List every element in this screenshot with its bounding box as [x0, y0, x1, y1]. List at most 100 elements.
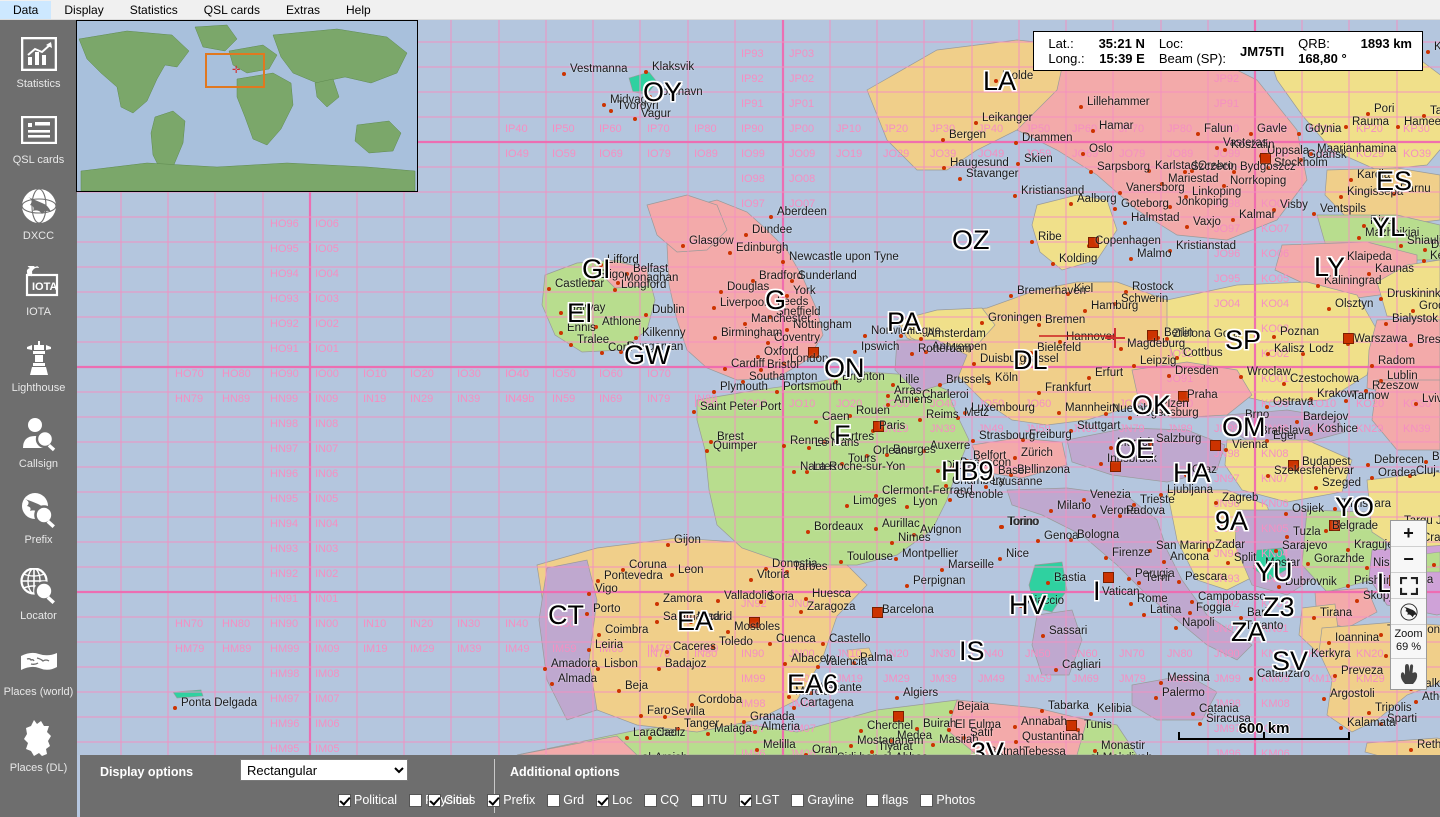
menu-bar: Data Display Statistics QSL cards Extras…: [0, 0, 1440, 20]
projection-select[interactable]: Rectangular: [240, 759, 408, 781]
world-map-icon: [19, 642, 59, 682]
checkbox-indicator[interactable]: [547, 793, 561, 807]
checkbox-indicator[interactable]: [644, 793, 658, 807]
sidebar-item-places-dl[interactable]: Places (DL): [0, 708, 77, 784]
checkbox-indicator[interactable]: [428, 793, 441, 807]
long-label: Long.:: [1048, 51, 1085, 66]
sidebar-item-label: Places (DL): [9, 761, 68, 774]
checkbox-photos[interactable]: Photos: [920, 793, 975, 807]
checkbox-label: Prefix: [503, 793, 536, 807]
menu-item-qsl-cards[interactable]: QSL cards: [191, 1, 273, 19]
sidebar-item-prefix[interactable]: Prefix: [0, 480, 77, 556]
globe-search-icon: [19, 490, 59, 530]
sidebar-item-callsign[interactable]: Callsign: [0, 404, 77, 480]
lat-label: Lat.:: [1048, 36, 1074, 51]
lighthouse-icon: [19, 338, 59, 378]
menu-item-data[interactable]: Data: [0, 0, 52, 19]
zoom-in-button[interactable]: +: [1391, 521, 1426, 547]
sidebar-item-label: Statistics: [16, 77, 61, 90]
sidebar-item-places-world[interactable]: Places (world): [0, 632, 77, 708]
svg-text:IOTA: IOTA: [32, 281, 58, 293]
checkbox-loc[interactable]: Loc: [596, 793, 632, 807]
grid-globe-search-icon: [19, 566, 59, 606]
zoom-level-readout: Zoom 69 %: [1391, 625, 1426, 659]
world-map-thumbnail: [77, 21, 417, 191]
globe-icon[interactable]: [1391, 599, 1426, 625]
sidebar-item-label: Locator: [20, 609, 57, 622]
additional-checkbox-row: Cities Prefix Grd Loc CQ ITU LGT Grayline flags P…: [428, 793, 987, 807]
checkbox-indicator[interactable]: [791, 793, 805, 807]
coordinate-info-box: Lat.: 35:21 N Loc: JM75TI QRB: 1893 km L…: [1033, 31, 1423, 71]
checkbox-prefix[interactable]: Prefix: [487, 793, 535, 807]
long-value: 15:39 E: [1099, 51, 1145, 66]
sidebar-item-statistics[interactable]: Statistics: [0, 24, 77, 100]
sidebar-item-label: Lighthouse: [11, 381, 66, 394]
sidebar-item-label: DXCC: [22, 229, 55, 242]
sidebar-item-label: IOTA: [26, 305, 51, 318]
sidebar-item-label: Callsign: [18, 457, 59, 470]
lat-value: 35:21 N: [1098, 36, 1145, 51]
qrb-label: QRB:: [1298, 36, 1330, 51]
checkbox-label: Grayline: [807, 793, 854, 807]
options-panel: Display options Rectangular Additional o…: [77, 755, 1440, 817]
menu-item-statistics[interactable]: Statistics: [117, 1, 191, 19]
sidebar-item-qsl-cards[interactable]: QSL cards: [0, 100, 77, 176]
zoom-out-button[interactable]: −: [1391, 547, 1426, 573]
checkbox-lgt[interactable]: LGT: [739, 793, 779, 807]
sidebar-item-lighthouse[interactable]: Lighthouse: [0, 328, 77, 404]
sidebar-item-label: Prefix: [24, 533, 53, 546]
checkbox-label: Loc: [612, 793, 633, 807]
island-icon: IOTA: [19, 262, 59, 302]
additional-options-label: Additional options: [510, 765, 620, 779]
checkbox-cq[interactable]: CQ: [644, 793, 679, 807]
checkbox-indicator[interactable]: [409, 793, 423, 807]
zoom-control-panel: + − Zoom 69 %: [1390, 520, 1427, 690]
checkbox-political[interactable]: Political: [338, 793, 397, 807]
checkbox-indicator[interactable]: [739, 793, 753, 807]
card-icon: [19, 110, 59, 150]
checkbox-indicator[interactable]: [596, 793, 610, 807]
sidebar: Statistics QSL cards DXCC IOTA IOTA Ligh…: [0, 20, 77, 817]
menu-item-display[interactable]: Display: [51, 1, 116, 19]
checkbox-flags[interactable]: flags: [865, 793, 909, 807]
checkbox-indicator[interactable]: [920, 793, 934, 807]
sidebar-item-label: QSL cards: [12, 153, 65, 166]
checkbox-label: CQ: [660, 793, 679, 807]
sidebar-item-locator[interactable]: Locator: [0, 556, 77, 632]
checkbox-label: Grd: [563, 793, 585, 807]
menu-item-help[interactable]: Help: [333, 1, 384, 19]
checkbox-indicator[interactable]: [487, 793, 501, 807]
zoom-label: Zoom: [1394, 628, 1423, 640]
chart-icon: [19, 34, 59, 74]
qrb-value: 1893 km: [1360, 36, 1412, 51]
checkbox-indicator[interactable]: [865, 793, 879, 807]
sidebar-item-dxcc[interactable]: DXCC: [0, 176, 77, 252]
checkbox-label: ITU: [706, 793, 728, 807]
checkbox-grayline[interactable]: Grayline: [791, 793, 854, 807]
checkbox-label: Political: [354, 793, 398, 807]
germany-icon: [19, 718, 59, 758]
sidebar-item-iota[interactable]: IOTA IOTA: [0, 252, 77, 328]
loc-value: JM75TI: [1240, 43, 1285, 59]
person-search-icon: [19, 414, 59, 454]
hand-pan-icon[interactable]: [1391, 659, 1426, 689]
inset-home-crosshair-icon: ✛: [232, 65, 241, 76]
zoom-value: 69 %: [1395, 641, 1422, 653]
checkbox-label: flags: [881, 793, 909, 807]
checkbox-cities[interactable]: Cities: [428, 793, 475, 807]
checkbox-indicator[interactable]: [690, 793, 704, 807]
checkbox-indicator[interactable]: [338, 793, 351, 807]
checkbox-grd[interactable]: Grd: [547, 793, 584, 807]
fit-screen-icon[interactable]: [1391, 573, 1426, 599]
checkbox-label: LGT: [755, 793, 780, 807]
checkbox-label: Cities: [444, 793, 476, 807]
beam-value: 168,80 °: [1298, 51, 1347, 66]
sidebar-item-label: Places (world): [3, 685, 74, 698]
beam-label: Beam (SP):: [1158, 51, 1227, 66]
menu-item-extras[interactable]: Extras: [273, 1, 333, 19]
loc-label: Loc:: [1158, 36, 1184, 51]
checkbox-itu[interactable]: ITU: [690, 793, 728, 807]
display-options-label: Display options: [100, 765, 194, 779]
checkbox-label: Photos: [936, 793, 976, 807]
world-overview-inset[interactable]: ✛: [76, 20, 418, 192]
